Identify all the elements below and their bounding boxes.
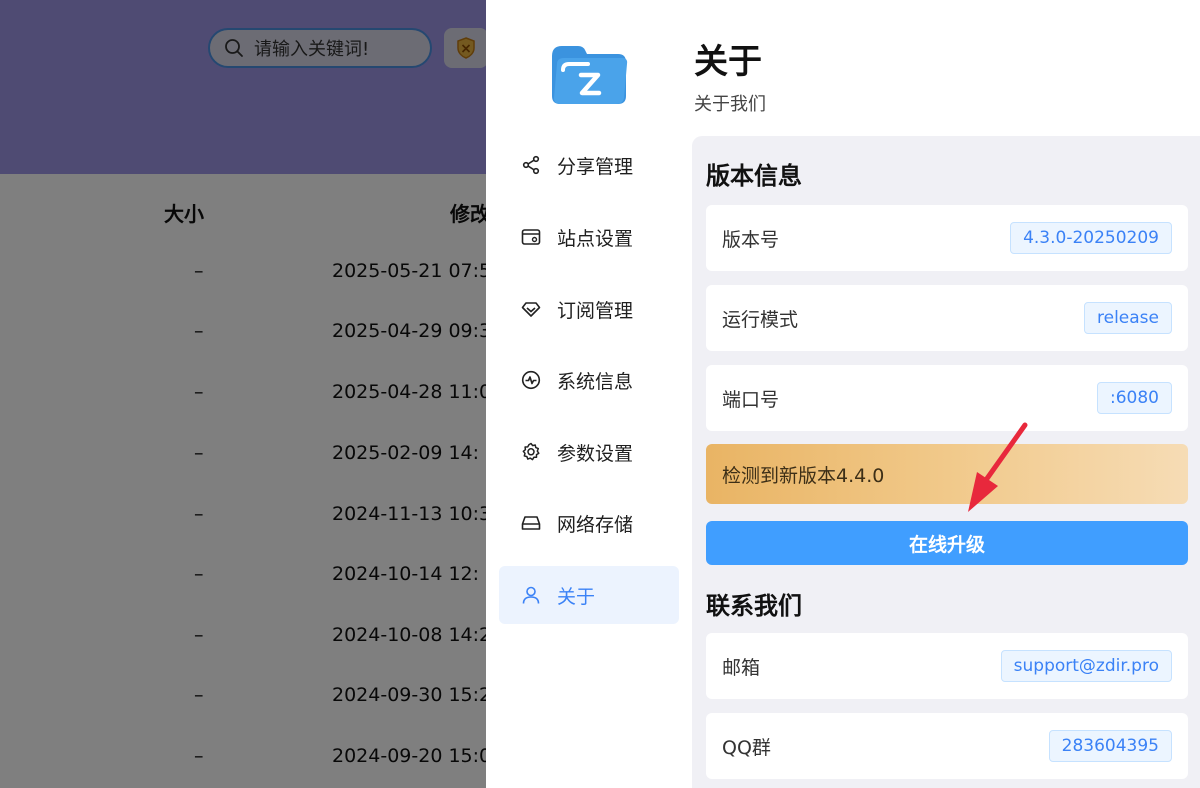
info-label: 端口号 [722, 388, 780, 411]
contact-title: 联系我们 [706, 592, 802, 620]
email-tag[interactable]: support@zdir.pro [1000, 650, 1172, 682]
info-label: 邮箱 [722, 656, 761, 679]
nav-item-label: 系统信息 [557, 370, 634, 393]
nav-item-subscription-management[interactable]: 订阅管理 [499, 280, 679, 338]
nav-item-parameter-settings[interactable]: 参数设置 [499, 423, 679, 481]
about-panel: 版本信息 版本号 4.3.0-20250209 运行模式 release 端口号… [692, 136, 1200, 788]
run-mode-tag: release [1084, 302, 1172, 334]
nav-item-label: 关于 [557, 585, 596, 608]
nav-item-network-storage[interactable]: 网络存储 [499, 494, 679, 552]
nav-item-system-info[interactable]: 系统信息 [499, 351, 679, 409]
version-info-title: 版本信息 [706, 162, 802, 190]
site-settings-icon [521, 227, 541, 247]
page-title: 关于 [694, 42, 762, 82]
qq-group-row: QQ群 283604395 [706, 713, 1188, 779]
gear-icon [521, 442, 541, 462]
qq-group-tag[interactable]: 283604395 [1048, 730, 1172, 762]
zdir-logo [552, 46, 628, 104]
nav-item-label: 网络存储 [557, 513, 634, 536]
info-label: 运行模式 [722, 308, 799, 331]
share-icon [521, 155, 541, 175]
port-tag: :6080 [1097, 382, 1172, 414]
version-number-row: 版本号 4.3.0-20250209 [706, 205, 1188, 271]
drive-icon [521, 513, 541, 533]
page-subtitle: 关于我们 [694, 94, 766, 115]
settings-sidebar: 分享管理 站点设置 订阅管理 系统信息 参数设置 网络存储 关于 [486, 0, 692, 788]
settings-dialog: 分享管理 站点设置 订阅管理 系统信息 参数设置 网络存储 关于 关于 关于我们… [486, 0, 1200, 788]
nav-item-label: 参数设置 [557, 442, 634, 465]
info-label: 版本号 [722, 228, 780, 251]
nav-item-label: 站点设置 [557, 227, 634, 250]
online-upgrade-button[interactable]: 在线升级 [706, 521, 1188, 565]
update-notice: 检测到新版本4.4.0 [706, 444, 1188, 504]
version-number-tag: 4.3.0-20250209 [1010, 222, 1172, 254]
info-label: QQ群 [722, 736, 771, 759]
nav-item-label: 分享管理 [557, 155, 634, 178]
run-mode-row: 运行模式 release [706, 285, 1188, 351]
activity-icon [521, 370, 541, 390]
about-content: 关于 关于我们 版本信息 版本号 4.3.0-20250209 运行模式 rel… [692, 0, 1200, 788]
nav-item-share-management[interactable]: 分享管理 [499, 136, 679, 194]
nav-item-about[interactable]: 关于 [499, 566, 679, 624]
email-row: 邮箱 support@zdir.pro [706, 633, 1188, 699]
diamond-icon [521, 299, 541, 319]
port-row: 端口号 :6080 [706, 365, 1188, 431]
nav-item-site-settings[interactable]: 站点设置 [499, 208, 679, 266]
user-icon [521, 585, 541, 605]
nav-item-label: 订阅管理 [557, 299, 634, 322]
